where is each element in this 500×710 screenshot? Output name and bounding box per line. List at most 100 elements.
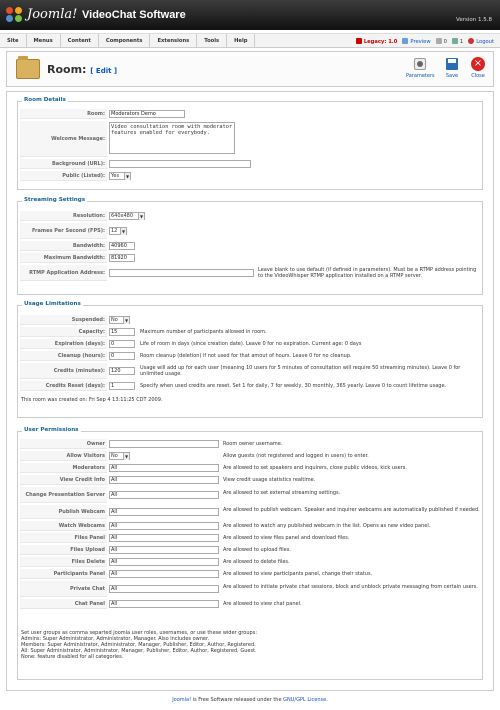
change-presentation-server-note: Are allowed to set external streaming se… [223, 490, 341, 496]
private-chat-label: Private Chat [20, 581, 107, 597]
rtmp-note: Leave blank to use default (if defined i… [258, 267, 477, 279]
menu-item-content[interactable]: Content [61, 34, 99, 48]
status-area: Legacy: 1.0 Preview 0 1 Logout [355, 34, 494, 48]
credits-input[interactable]: 120 [109, 367, 135, 375]
license-link[interactable]: GNU/GPL License. [283, 697, 328, 703]
credits-note: Usage will add up for each user (meaning… [140, 365, 461, 377]
files-panel-label: Files Panel [20, 533, 107, 543]
edit-form: Room Details Room: Moderators Demo Welco… [6, 91, 494, 691]
save-button[interactable]: Save [438, 57, 466, 79]
chevron-down-icon: ▼ [138, 213, 144, 220]
files-upload-label: Files Upload [20, 545, 107, 555]
preview-icon [402, 37, 409, 44]
expiration-note: Life of room in days (since creation dat… [140, 341, 362, 347]
legacy-status[interactable]: Legacy: 1.0 [355, 37, 397, 45]
user-permissions-section: User Permissions Owner Room owner usernam… [17, 427, 483, 680]
allow-visitors-select[interactable]: No ▼ [109, 452, 130, 460]
capacity-input[interactable]: 15 [109, 328, 135, 336]
allow-visitors-note: Allow guests (not registered and logged … [223, 453, 369, 459]
background-url-input[interactable] [109, 160, 251, 168]
permission-row-allow-visitors: Allow Visitors No ▼ Allow guests (not regis… [20, 451, 482, 461]
page-title: Room: [ Edit ] [47, 63, 118, 76]
menu-item-components[interactable]: Components [99, 34, 151, 48]
private-chat-note: Are allowed to initiate private chat ses… [223, 584, 478, 590]
view-credit-info-input[interactable]: All [109, 476, 219, 484]
permission-row-private-chat: Private Chat All Are allowed to initiate p… [20, 581, 482, 597]
logout-icon [468, 37, 475, 44]
allow-visitors-label: Allow Visitors [20, 451, 107, 461]
toolbar: Room: [ Edit ] Parameters Save × Close [6, 51, 494, 87]
expiration-input[interactable]: 0 [109, 340, 135, 348]
messages-link[interactable]: 0 [435, 37, 447, 45]
participants-panel-input[interactable]: All [109, 570, 219, 578]
files-panel-input[interactable]: All [109, 534, 219, 542]
publish-webcam-note: Are allowed to publish webcam. Speaker a… [223, 507, 480, 513]
menu-item-site[interactable]: Site [0, 34, 27, 48]
permission-row-files-upload: Files Upload All Are allowed to upload fil… [20, 545, 482, 555]
streaming-settings-section: Streaming Settings Resolution: 640x480 ▼ … [17, 197, 483, 295]
chevron-down-icon: ▼ [123, 317, 129, 324]
brand-name: Joomla! [27, 7, 78, 22]
capacity-label: Capacity: [20, 327, 107, 337]
suspended-select[interactable]: No ▼ [109, 316, 130, 324]
menu-item-extensions[interactable]: Extensions [150, 34, 198, 48]
max-bandwidth-input[interactable]: 81920 [109, 254, 135, 262]
watch-webcams-input[interactable]: All [109, 522, 219, 530]
welcome-message-textarea[interactable]: Video consultation room with moderator f… [109, 122, 235, 154]
resolution-label: Resolution: [20, 211, 107, 221]
chat-panel-input[interactable]: All [109, 600, 219, 608]
private-chat-input[interactable]: All [109, 585, 219, 593]
permission-row-view-credit-info: View Credit Info All View credit usage sta… [20, 475, 482, 485]
files-upload-input[interactable]: All [109, 546, 219, 554]
save-icon [445, 57, 459, 71]
change-presentation-server-input[interactable]: All [109, 491, 219, 499]
owner-input[interactable] [109, 440, 219, 448]
change-presentation-server-label: Change Presentation Server [20, 487, 107, 503]
cleanup-input[interactable]: 0 [109, 352, 135, 360]
permission-row-owner: Owner Room owner username. [20, 439, 482, 449]
chevron-down-icon: ▼ [120, 228, 126, 235]
section-legend: Usage Limitations [22, 301, 83, 307]
files-panel-note: Are allowed to view files panel and down… [223, 535, 350, 541]
credits-reset-input[interactable]: 1 [109, 382, 135, 390]
section-legend: Streaming Settings [22, 197, 88, 203]
moderators-input[interactable]: All [109, 464, 219, 472]
parameters-button[interactable]: Parameters [406, 57, 435, 79]
moderators-label: Moderators [20, 463, 107, 473]
watch-webcams-note: Are allowed to watch any published webca… [223, 523, 431, 529]
expiration-label: Expiration (days): [20, 339, 107, 349]
joomla-link[interactable]: Joomla! [172, 697, 191, 703]
public-select[interactable]: Yes ▼ [109, 172, 131, 180]
menu-item-tools[interactable]: Tools [197, 34, 228, 48]
menu-item-help[interactable]: Help [227, 34, 256, 48]
edit-label: [ Edit ] [90, 67, 118, 75]
permission-row-change-presentation-server: Change Presentation Server All Are allowed… [20, 487, 482, 503]
publish-webcam-input[interactable]: All [109, 508, 219, 516]
suspended-label: Suspended: [20, 315, 107, 325]
view-credit-info-label: View Credit Info [20, 475, 107, 485]
logout-link[interactable]: Logout [468, 37, 494, 45]
usage-limitations-section: Usage Limitations Suspended: No ▼ Capacit… [17, 301, 483, 418]
resolution-select[interactable]: 640x480 ▼ [109, 212, 145, 220]
users-link[interactable]: 1 [451, 37, 463, 45]
chat-panel-label: Chat Panel [20, 599, 107, 609]
owner-note: Room owner username. [223, 441, 283, 447]
bandwidth-input[interactable]: 40960 [109, 242, 135, 250]
permission-row-chat-panel: Chat Panel All Are allowed to view chat pa… [20, 599, 482, 609]
legacy-icon [355, 37, 362, 44]
close-button[interactable]: × Close [464, 57, 492, 79]
chat-panel-note: Are allowed to view chat panel. [223, 601, 302, 607]
section-legend: Room Details [22, 97, 68, 103]
files-delete-input[interactable]: All [109, 558, 219, 566]
fps-select[interactable]: 12 ▼ [109, 227, 127, 235]
rtmp-address-input[interactable] [109, 269, 254, 277]
chevron-down-icon: ▼ [124, 173, 130, 180]
created-date-text: This room was created on: Fri Sep 4 13:1… [21, 397, 163, 403]
capacity-note: Maximum number of participants allowed i… [140, 329, 267, 335]
menu-item-menus[interactable]: Menus [27, 34, 61, 48]
permissions-help-text: Set user groups as comma separted joomla… [21, 630, 258, 660]
welcome-label: Welcome Message: [20, 121, 107, 157]
room-name-input[interactable]: Moderators Demo [109, 110, 185, 118]
preview-link[interactable]: Preview [402, 37, 431, 45]
room-label: Room: [20, 109, 107, 119]
